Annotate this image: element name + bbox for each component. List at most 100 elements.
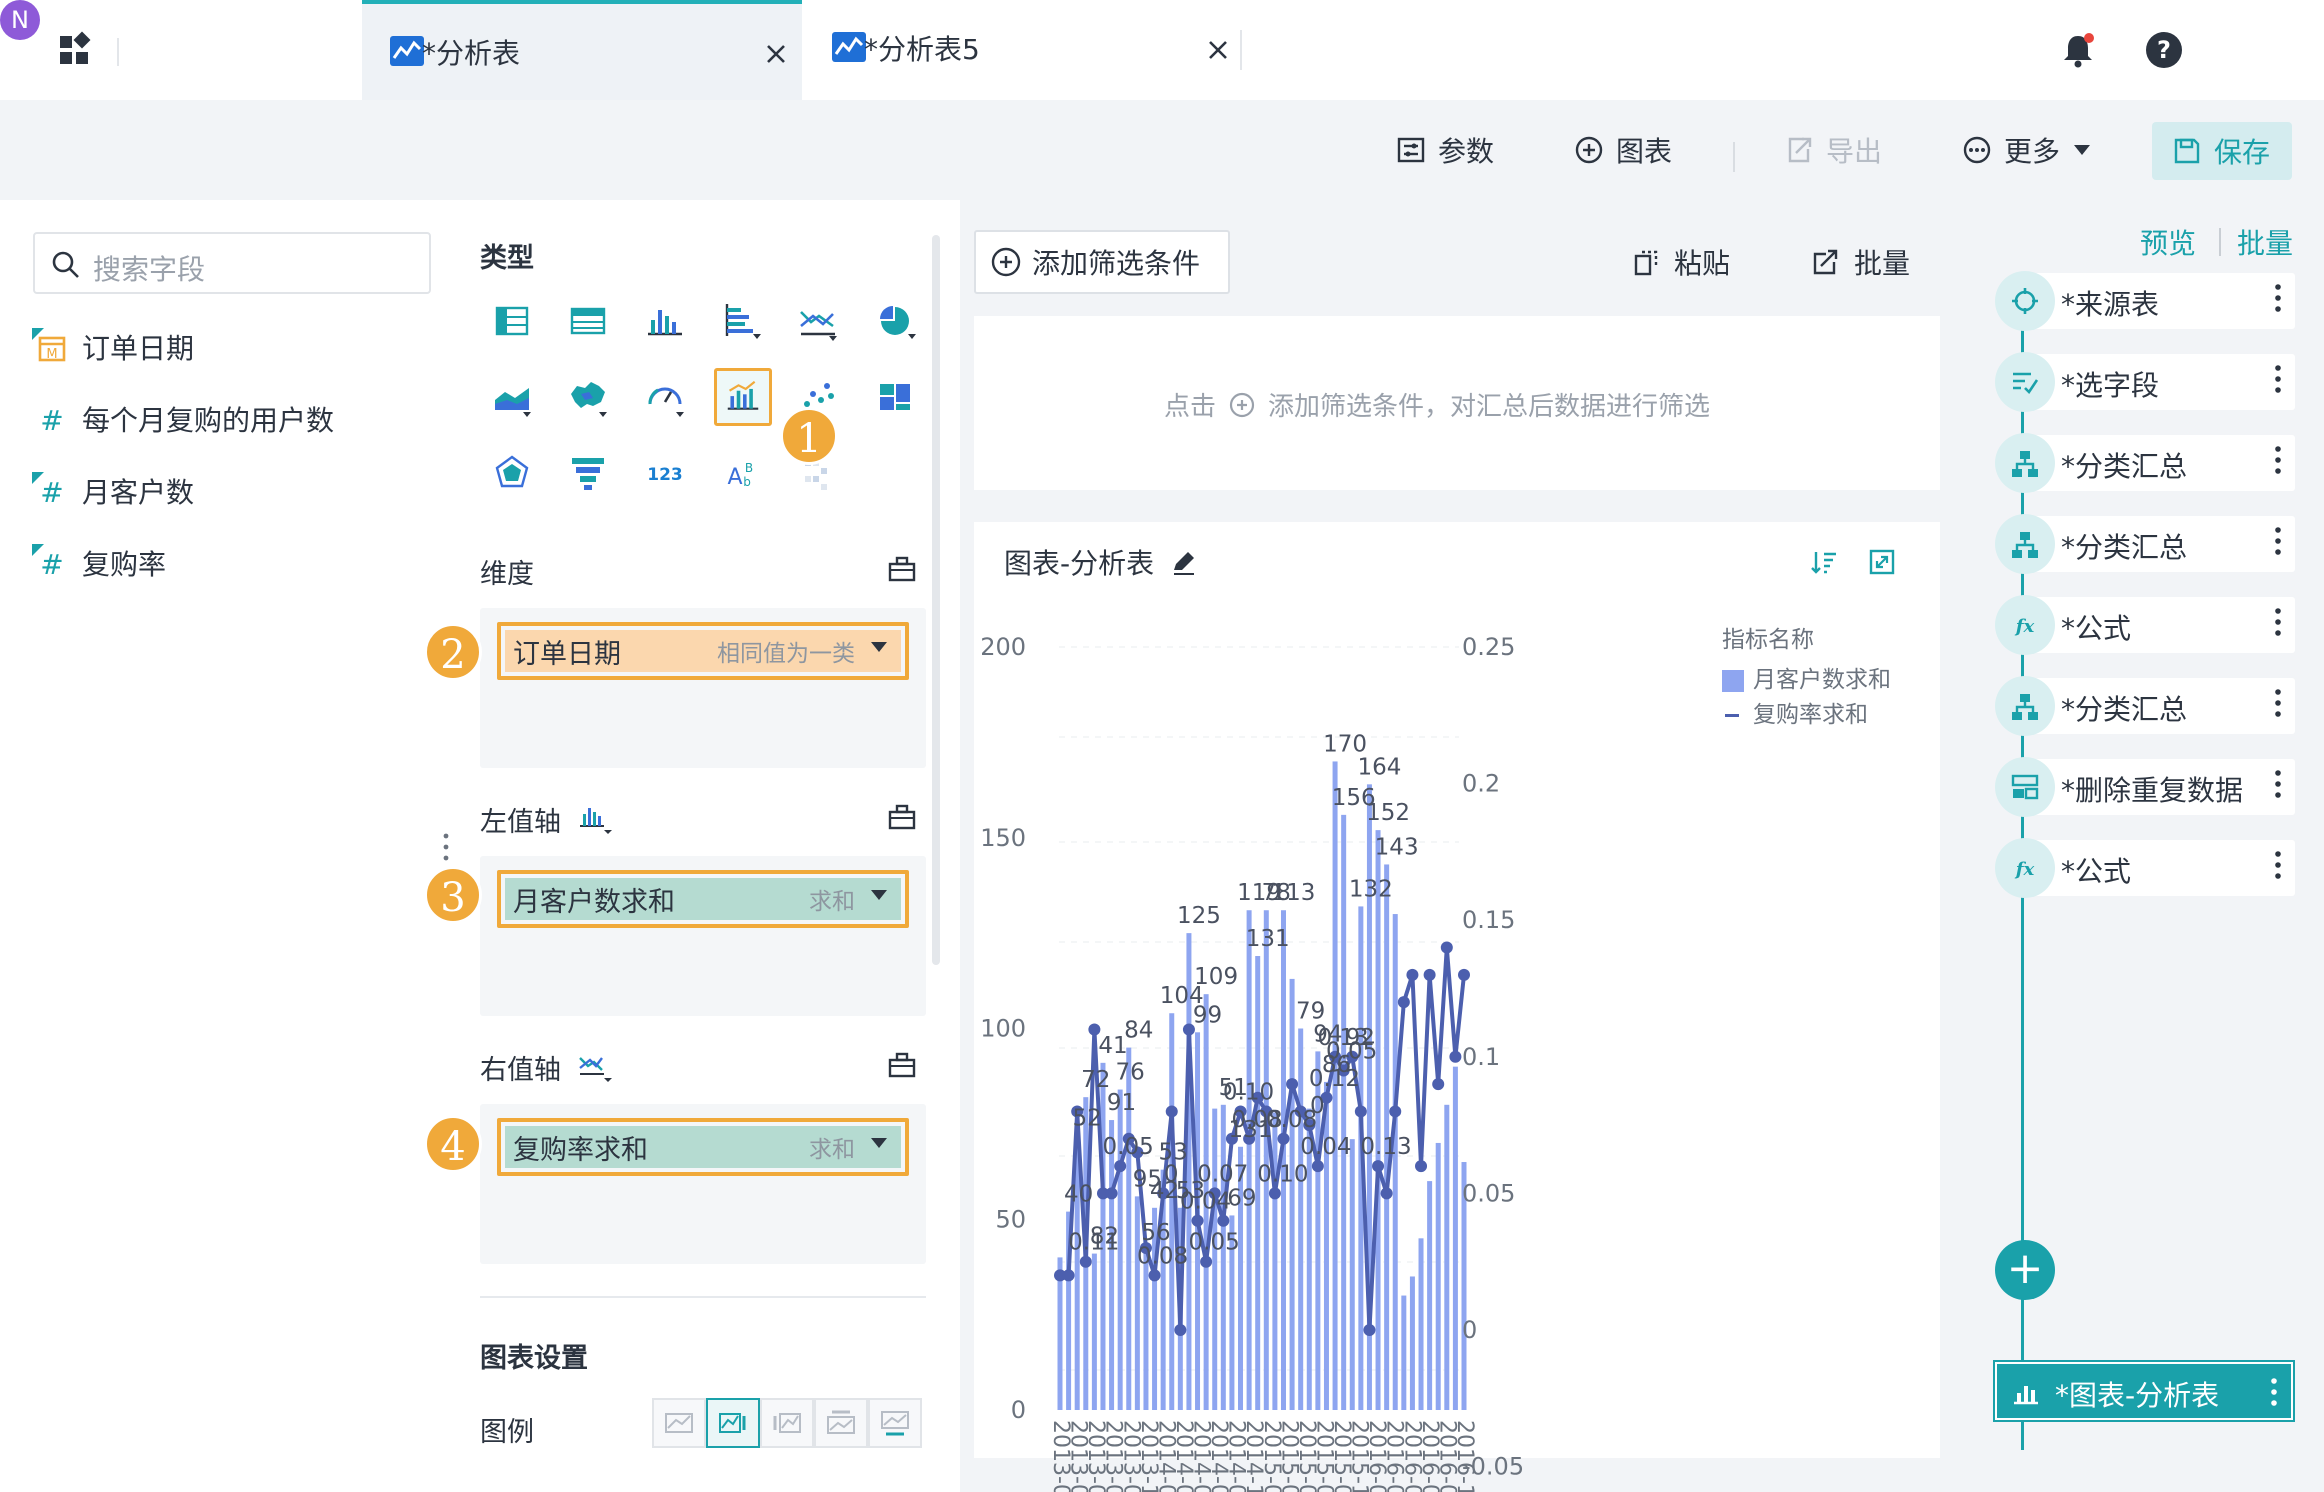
radar-chart-icon[interactable] — [487, 448, 537, 498]
more-vertical-icon[interactable] — [2275, 688, 2281, 718]
params-button[interactable]: 参数 — [1396, 130, 1494, 170]
batch-link[interactable]: 批量 — [2237, 222, 2293, 262]
legend-none-icon — [665, 1413, 693, 1433]
search-input[interactable]: 搜索字段 — [33, 232, 431, 294]
left-axis-dropzone[interactable]: 月客户数求和 求和 — [480, 856, 926, 1016]
line-chart-icon[interactable] — [793, 296, 843, 346]
legend-right-button[interactable] — [706, 1398, 760, 1448]
sort-icon[interactable] — [1810, 548, 1838, 576]
bar-data-label: 40 — [1064, 1182, 1093, 1208]
field-item-order-date[interactable]: M 订单日期 — [30, 322, 194, 372]
bar — [1444, 1104, 1450, 1410]
more-vertical-icon[interactable] — [2275, 283, 2281, 313]
gauge-icon[interactable] — [640, 372, 690, 422]
preview-link[interactable]: 预览 — [2140, 222, 2196, 262]
tab-divider — [117, 38, 119, 66]
step-item[interactable]: *分类汇总 — [1995, 433, 2295, 493]
horizontal-bar-icon[interactable] — [717, 296, 767, 346]
current-step-chart[interactable]: *图表-分析表 — [1993, 1360, 2295, 1422]
filter-area[interactable]: 点击 添加筛选条件，对汇总后数据进行筛选 — [974, 316, 1940, 490]
legend-none-button[interactable] — [652, 1398, 706, 1448]
line-type-icon[interactable] — [578, 1050, 612, 1082]
group-summary-icon — [2012, 694, 2038, 720]
expand-icon[interactable] — [1868, 548, 1896, 576]
box-icon[interactable] — [888, 556, 916, 582]
left-axis-field-pill[interactable]: 月客户数求和 求和 — [497, 870, 909, 928]
combo-chart-icon[interactable] — [714, 368, 772, 426]
right-axis-field-pill[interactable]: 复购率求和 求和 — [497, 1118, 909, 1176]
map-icon[interactable] — [563, 372, 613, 422]
add-filter-button[interactable]: 添加筛选条件 — [974, 230, 1230, 294]
chevron-down-icon[interactable] — [871, 890, 887, 900]
step-item[interactable]: fx *公式 — [1995, 838, 2295, 898]
bar — [1401, 1295, 1407, 1410]
left-axis-tick: 50 — [995, 1205, 1026, 1233]
more-vertical-icon[interactable] — [2271, 1377, 2277, 1407]
line-point — [1062, 1269, 1075, 1282]
bell-icon[interactable] — [2060, 32, 2096, 68]
resize-handle[interactable] — [443, 832, 449, 862]
step-label: *分类汇总 — [2061, 693, 2188, 726]
pill-aggregation: 求和 — [809, 889, 855, 915]
dimension-dropzone[interactable]: 订单日期 相同值为一类 — [480, 608, 926, 768]
step-item[interactable]: *选字段 — [1995, 352, 2295, 412]
step-item[interactable]: *分类汇总 — [1995, 514, 2295, 574]
legend-top-button[interactable] — [814, 1398, 868, 1448]
export-button[interactable]: 导出 — [1784, 130, 1882, 170]
legend-left-button[interactable] — [760, 1398, 814, 1448]
more-vertical-icon[interactable] — [2275, 445, 2281, 475]
chart-button[interactable]: 图表 — [1574, 130, 1672, 170]
line-data-label: 0.13 — [1360, 1134, 1411, 1160]
step-item[interactable]: *删除重复数据 — [1995, 757, 2295, 817]
step-item[interactable]: *来源表 — [1995, 271, 2295, 331]
dimension-field-pill[interactable]: 订单日期 相同值为一类 — [497, 622, 909, 680]
help-icon[interactable]: ? — [2145, 31, 2183, 69]
save-button[interactable]: 保存 — [2152, 122, 2292, 180]
more-vertical-icon[interactable] — [2275, 526, 2281, 556]
more-button[interactable]: 更多 — [1962, 130, 2091, 170]
bar — [1298, 1028, 1304, 1410]
dashboard-icon[interactable] — [870, 372, 920, 422]
funnel-chart-icon[interactable] — [563, 448, 613, 498]
legend-bottom-button[interactable] — [868, 1398, 922, 1448]
bar-data-label: 109 — [1194, 964, 1238, 990]
field-item-monthly-customers[interactable]: # 月客户数 — [30, 466, 194, 516]
line-data-label: 0.10 — [1223, 1079, 1274, 1105]
more-vertical-icon[interactable] — [2275, 364, 2281, 394]
chevron-down-icon[interactable] — [871, 1138, 887, 1148]
analysis-table-icon — [390, 36, 424, 66]
area-chart-icon[interactable] — [487, 372, 537, 422]
bar-chart-icon[interactable] — [640, 296, 690, 346]
field-item-monthly-repurchase-users[interactable]: # 每个月复购的用户数 — [30, 394, 334, 444]
bar-type-icon[interactable] — [578, 802, 612, 834]
more-vertical-icon[interactable] — [2275, 607, 2281, 637]
batch-button[interactable]: 批量 — [1812, 242, 1910, 282]
close-icon[interactable] — [764, 42, 788, 66]
box-icon[interactable] — [888, 804, 916, 830]
tab-analysis-table-5[interactable]: *分析表5 — [802, 0, 1242, 100]
right-axis-dropzone[interactable]: 复购率求和 求和 — [480, 1104, 926, 1264]
detail-table-icon[interactable] — [487, 296, 537, 346]
tab-divider — [1240, 30, 1242, 70]
paste-button[interactable]: 粘贴 — [1632, 242, 1730, 282]
add-step-button[interactable]: + — [1995, 1240, 2055, 1300]
indicator-card-icon[interactable]: 123 — [640, 448, 690, 498]
step-item[interactable]: fx *公式 — [1995, 595, 2295, 655]
group-table-icon[interactable] — [563, 296, 613, 346]
legend-item-bar[interactable]: 月客户数求和 — [1753, 660, 1891, 694]
word-cloud-icon[interactable]: A B b — [717, 448, 767, 498]
close-icon[interactable] — [1206, 38, 1230, 62]
chevron-down-icon[interactable] — [871, 642, 887, 652]
box-icon[interactable] — [888, 1052, 916, 1078]
more-vertical-icon[interactable] — [2275, 850, 2281, 880]
avatar[interactable]: N — [0, 0, 40, 40]
legend-item-line[interactable]: 复购率求和 — [1753, 695, 1868, 729]
apps-grid-icon[interactable] — [52, 28, 98, 74]
more-vertical-icon[interactable] — [2275, 769, 2281, 799]
pie-chart-icon[interactable] — [870, 296, 920, 346]
scrollbar[interactable] — [932, 235, 940, 965]
field-item-repurchase-rate[interactable]: # 复购率 — [30, 538, 166, 588]
step-item[interactable]: *分类汇总 — [1995, 676, 2295, 736]
edit-icon[interactable] — [1170, 548, 1198, 576]
tab-analysis-table[interactable]: *分析表 — [362, 0, 802, 100]
